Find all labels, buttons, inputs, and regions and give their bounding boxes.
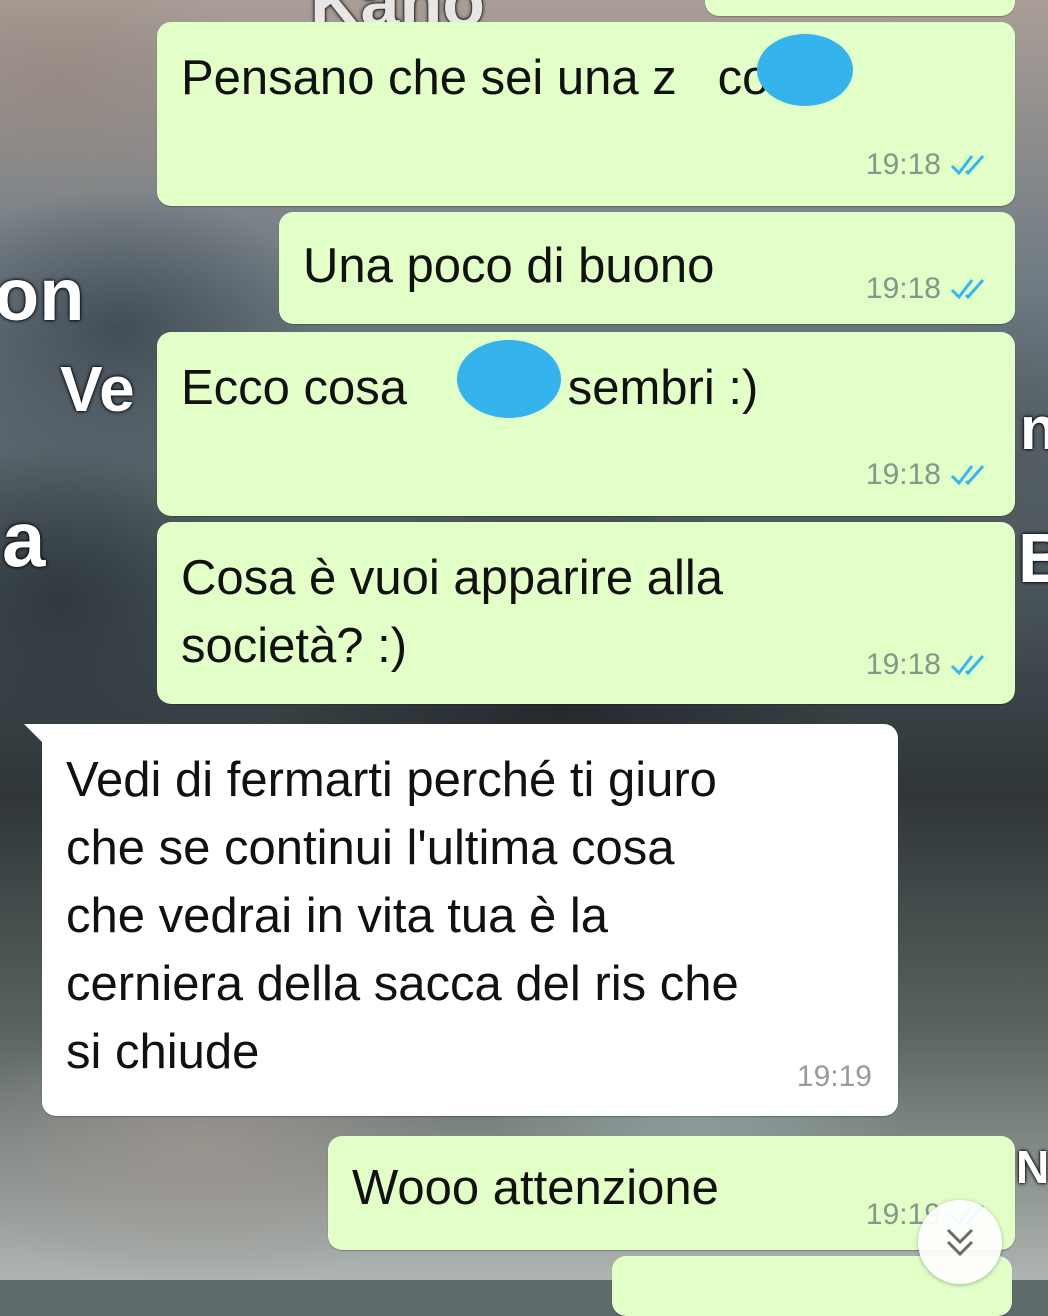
- chevron-double-down-icon: [946, 1228, 974, 1257]
- wallpaper-text: Ve: [60, 353, 135, 425]
- message-text: Vedi di fermarti perché ti giuro che se …: [66, 753, 739, 1079]
- wallpaper-text: N: [1016, 1141, 1048, 1193]
- message-time: 19:18: [865, 148, 941, 181]
- message-meta: 19:18: [866, 272, 993, 306]
- double-check-icon: [950, 155, 985, 176]
- redaction-scribble: [757, 34, 853, 106]
- message-time: 19:18: [865, 648, 941, 681]
- redaction-scribble: [457, 340, 561, 418]
- double-check-icon: [950, 465, 985, 486]
- bubble-tail: [24, 724, 46, 746]
- message-text: Cosa è vuoi apparire alla società? :): [181, 551, 724, 673]
- message-meta: 19:18: [866, 148, 993, 182]
- wallpaper-text: on: [0, 253, 85, 336]
- message-bubble-outgoing[interactable]: Pensano che sei una z cola 19:18: [157, 22, 1015, 206]
- message-bubble-outgoing[interactable]: Cosa è vuoi apparire alla società? :) 19…: [157, 522, 1015, 704]
- wallpaper-text: a: [2, 495, 46, 583]
- message-time: 19:19: [796, 1060, 872, 1093]
- message-bubble-outgoing[interactable]: Una poco di buono 19:18: [279, 212, 1015, 324]
- message-meta: 19:19: [797, 1060, 872, 1094]
- double-check-icon: [950, 279, 985, 300]
- message-time: 19:18: [865, 272, 941, 305]
- message-text: Una poco di buono: [303, 239, 715, 293]
- message-text: Pensano che sei una z cola: [181, 51, 808, 105]
- message-bubble-outgoing[interactable]: Ecco cosa zo sembri :) 19:18: [157, 332, 1015, 516]
- scroll-to-bottom-button[interactable]: [918, 1200, 1002, 1284]
- message-text: Wooo attenzione: [352, 1161, 719, 1215]
- wallpaper-text: nr: [1020, 395, 1048, 462]
- message-time: 19:18: [865, 458, 941, 491]
- message-bubble-incoming[interactable]: Vedi di fermarti perché ti giuro che se …: [24, 724, 898, 1116]
- message-meta: 19:18: [866, 648, 993, 682]
- message-bubble-outgoing[interactable]: Wooo attenzione 19:19: [328, 1136, 1015, 1250]
- message-meta: 19:18: [866, 458, 993, 492]
- wallpaper-text: B: [1018, 519, 1048, 597]
- double-check-icon: [950, 655, 985, 676]
- message-bubble-partial-top: [705, 0, 1015, 16]
